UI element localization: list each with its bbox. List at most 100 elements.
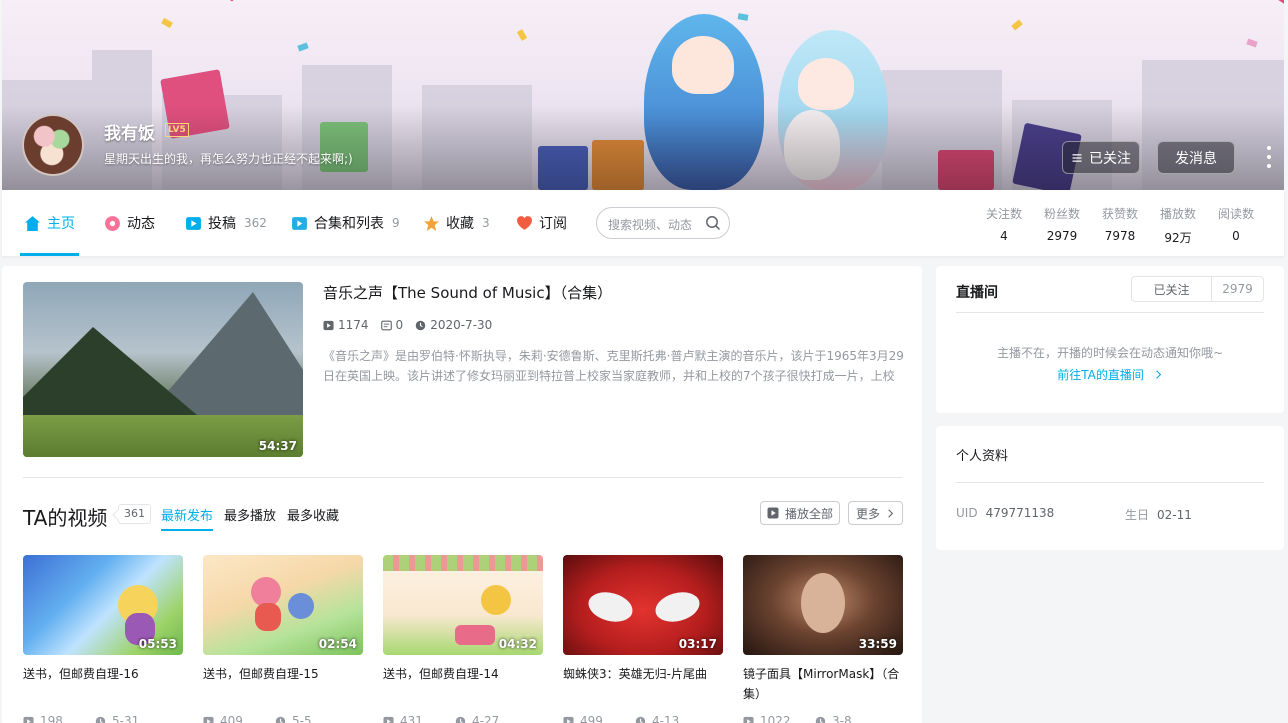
stat-followers[interactable]: 粉丝数 2979 <box>1037 205 1087 243</box>
video-date-value: 5-5 <box>292 714 312 723</box>
video-card[interactable]: 05:53 送书，但邮费自理-16 198 5-31 <box>23 555 183 723</box>
menu-lines-icon <box>1072 153 1082 162</box>
video-thumbnail[interactable]: 33:59 <box>743 555 903 655</box>
featured-video-duration: 54:37 <box>258 439 297 453</box>
nav-tab-label: 主页 <box>47 216 75 232</box>
video-thumbnail[interactable]: 02:54 <box>203 555 363 655</box>
panel-divider <box>956 482 1264 483</box>
user-avatar[interactable] <box>22 114 84 176</box>
confetti <box>516 29 528 41</box>
play-count-icon <box>23 716 34 723</box>
nav-tab-home[interactable]: 主页 <box>20 190 79 256</box>
nav-tab-favorites[interactable]: 收藏 3 <box>423 190 490 256</box>
clock-icon <box>815 716 826 723</box>
stat-plays: 播放数 92万 <box>1153 205 1203 246</box>
video-thumbnail[interactable]: 05:53 <box>23 555 183 655</box>
video-card[interactable]: 03:17 蜘蛛侠3：英雄无归-片尾曲 499 4-13 <box>563 555 723 723</box>
video-plays: 499 <box>563 714 635 723</box>
featured-plays: 1174 <box>323 318 369 332</box>
video-date-value: 4-27 <box>472 714 500 723</box>
featured-video-title[interactable]: 音乐之声【The Sound of Music】（合集） <box>323 282 612 303</box>
playlist-icon <box>292 216 307 230</box>
search-icon[interactable] <box>705 215 721 231</box>
play-count-icon <box>323 320 334 330</box>
featured-danmaku-value: 0 <box>395 318 404 332</box>
nav-tab-subscriptions[interactable]: 订阅 <box>516 190 567 256</box>
nav-tab-label: 动态 <box>127 216 155 232</box>
space-search-input[interactable]: 搜索视频、动态 <box>596 207 730 239</box>
stat-value: 0 <box>1232 229 1240 243</box>
danmaku-icon <box>380 320 392 330</box>
flower-icon <box>105 215 120 231</box>
main-content: 54:37 音乐之声【The Sound of Music】（合集） 1174 … <box>2 266 922 723</box>
stat-value: 7978 <box>1104 229 1136 243</box>
video-duration: 33:59 <box>858 637 897 651</box>
profile-info-panel: 个人资料 UID 479771138 生日 02-11 <box>936 426 1284 550</box>
video-date-value: 5-31 <box>112 714 140 723</box>
stat-label: 粉丝数 <box>1043 207 1080 221</box>
video-thumbnail[interactable]: 04:32 <box>383 555 543 655</box>
videos-section-title[interactable]: TA的视频 <box>23 502 107 531</box>
live-follow-button[interactable]: 已关注 2979 <box>1131 276 1264 302</box>
go-to-live-room-link[interactable]: 前往TA的直播间 <box>936 366 1284 383</box>
birthday-label: 生日 <box>1125 508 1150 522</box>
chevron-right-icon <box>888 508 894 518</box>
message-button[interactable]: 发消息 <box>1157 141 1235 174</box>
video-plays-value: 499 <box>580 714 603 723</box>
play-film-icon <box>186 216 201 230</box>
sort-tab-most-favorited[interactable]: 最多收藏 <box>287 505 339 524</box>
user-signature: 星期天出生的我，再怎么努力也正经不起来啊;) <box>104 152 353 166</box>
featured-video-description: 《音乐之声》是由罗伯特·怀斯执导，朱莉·安德鲁斯、克里斯托弗·普卢默主演的音乐片… <box>323 349 904 383</box>
video-title[interactable]: 送书，但邮费自理-15 <box>203 664 363 704</box>
sort-tab-latest[interactable]: 最新发布 <box>161 505 214 531</box>
video-date: 4-27 <box>455 714 527 723</box>
play-all-label: 播放全部 <box>784 506 833 521</box>
panel-divider <box>956 312 1264 313</box>
clock-icon <box>95 716 106 723</box>
star-icon <box>424 215 439 231</box>
follow-button-label: 已关注 <box>1089 150 1131 167</box>
nav-tab-count: 362 <box>244 216 267 230</box>
live-room-title: 直播间 <box>956 285 998 301</box>
play-count-icon <box>743 716 754 723</box>
video-thumbnail[interactable]: 03:17 <box>563 555 723 655</box>
more-videos-label: 更多 <box>855 506 880 521</box>
video-duration: 02:54 <box>318 637 357 651</box>
featured-date: 2020-7-30 <box>415 318 492 332</box>
live-link-label: 前往TA的直播间 <box>1057 368 1144 382</box>
more-videos-button[interactable]: 更多 <box>848 501 903 525</box>
follow-button[interactable]: 已关注 <box>1062 141 1140 174</box>
video-card[interactable]: 04:32 送书，但邮费自理-14 431 4-27 <box>383 555 543 723</box>
sort-tab-most-played[interactable]: 最多播放 <box>224 505 276 524</box>
video-title[interactable]: 镜子面具【MirrorMask】（合集） <box>743 664 903 704</box>
profile-uid: UID 479771138 <box>956 506 1054 520</box>
video-title[interactable]: 送书，但邮费自理-16 <box>23 664 183 704</box>
live-follow-label: 已关注 <box>1132 277 1212 301</box>
clock-icon <box>455 716 466 723</box>
play-all-button[interactable]: 播放全部 <box>760 501 840 525</box>
video-card[interactable]: 02:54 送书，但邮费自理-15 409 5-5 <box>203 555 363 723</box>
more-options-icon[interactable] <box>1264 146 1274 168</box>
live-offline-tip: 主播不在，开播的时候会在动态通知你哦~ <box>996 346 1224 360</box>
profile-info-title: 个人资料 <box>956 449 1009 464</box>
nav-tab-collections[interactable]: 合集和列表 9 <box>291 190 400 256</box>
video-plays-value: 198 <box>40 714 63 723</box>
stat-following[interactable]: 关注数 4 <box>979 205 1029 243</box>
video-date-value: 3-8 <box>832 714 852 723</box>
clock-icon <box>275 716 286 723</box>
stat-label: 关注数 <box>985 207 1022 221</box>
stat-likes: 获赞数 7978 <box>1095 205 1145 243</box>
nav-tab-count: 9 <box>392 216 400 230</box>
nav-tab-dynamics[interactable]: 动态 <box>104 190 155 256</box>
stat-value: 92万 <box>1164 231 1192 245</box>
video-title[interactable]: 送书，但邮费自理-14 <box>383 664 543 704</box>
chevron-right-icon <box>1155 370 1161 379</box>
play-count-icon <box>563 716 574 723</box>
nav-tab-uploads[interactable]: 投稿 362 <box>185 190 267 256</box>
featured-video-meta: 1174 0 2020-7-30 <box>323 318 492 332</box>
nav-tab-label: 投稿 <box>208 216 236 232</box>
video-card[interactable]: 33:59 镜子面具【MirrorMask】（合集） 1022 3-8 <box>743 555 903 723</box>
featured-video-thumbnail[interactable]: 54:37 <box>23 282 303 457</box>
video-title[interactable]: 蜘蛛侠3：英雄无归-片尾曲 <box>563 664 723 704</box>
video-duration: 04:32 <box>498 637 537 651</box>
